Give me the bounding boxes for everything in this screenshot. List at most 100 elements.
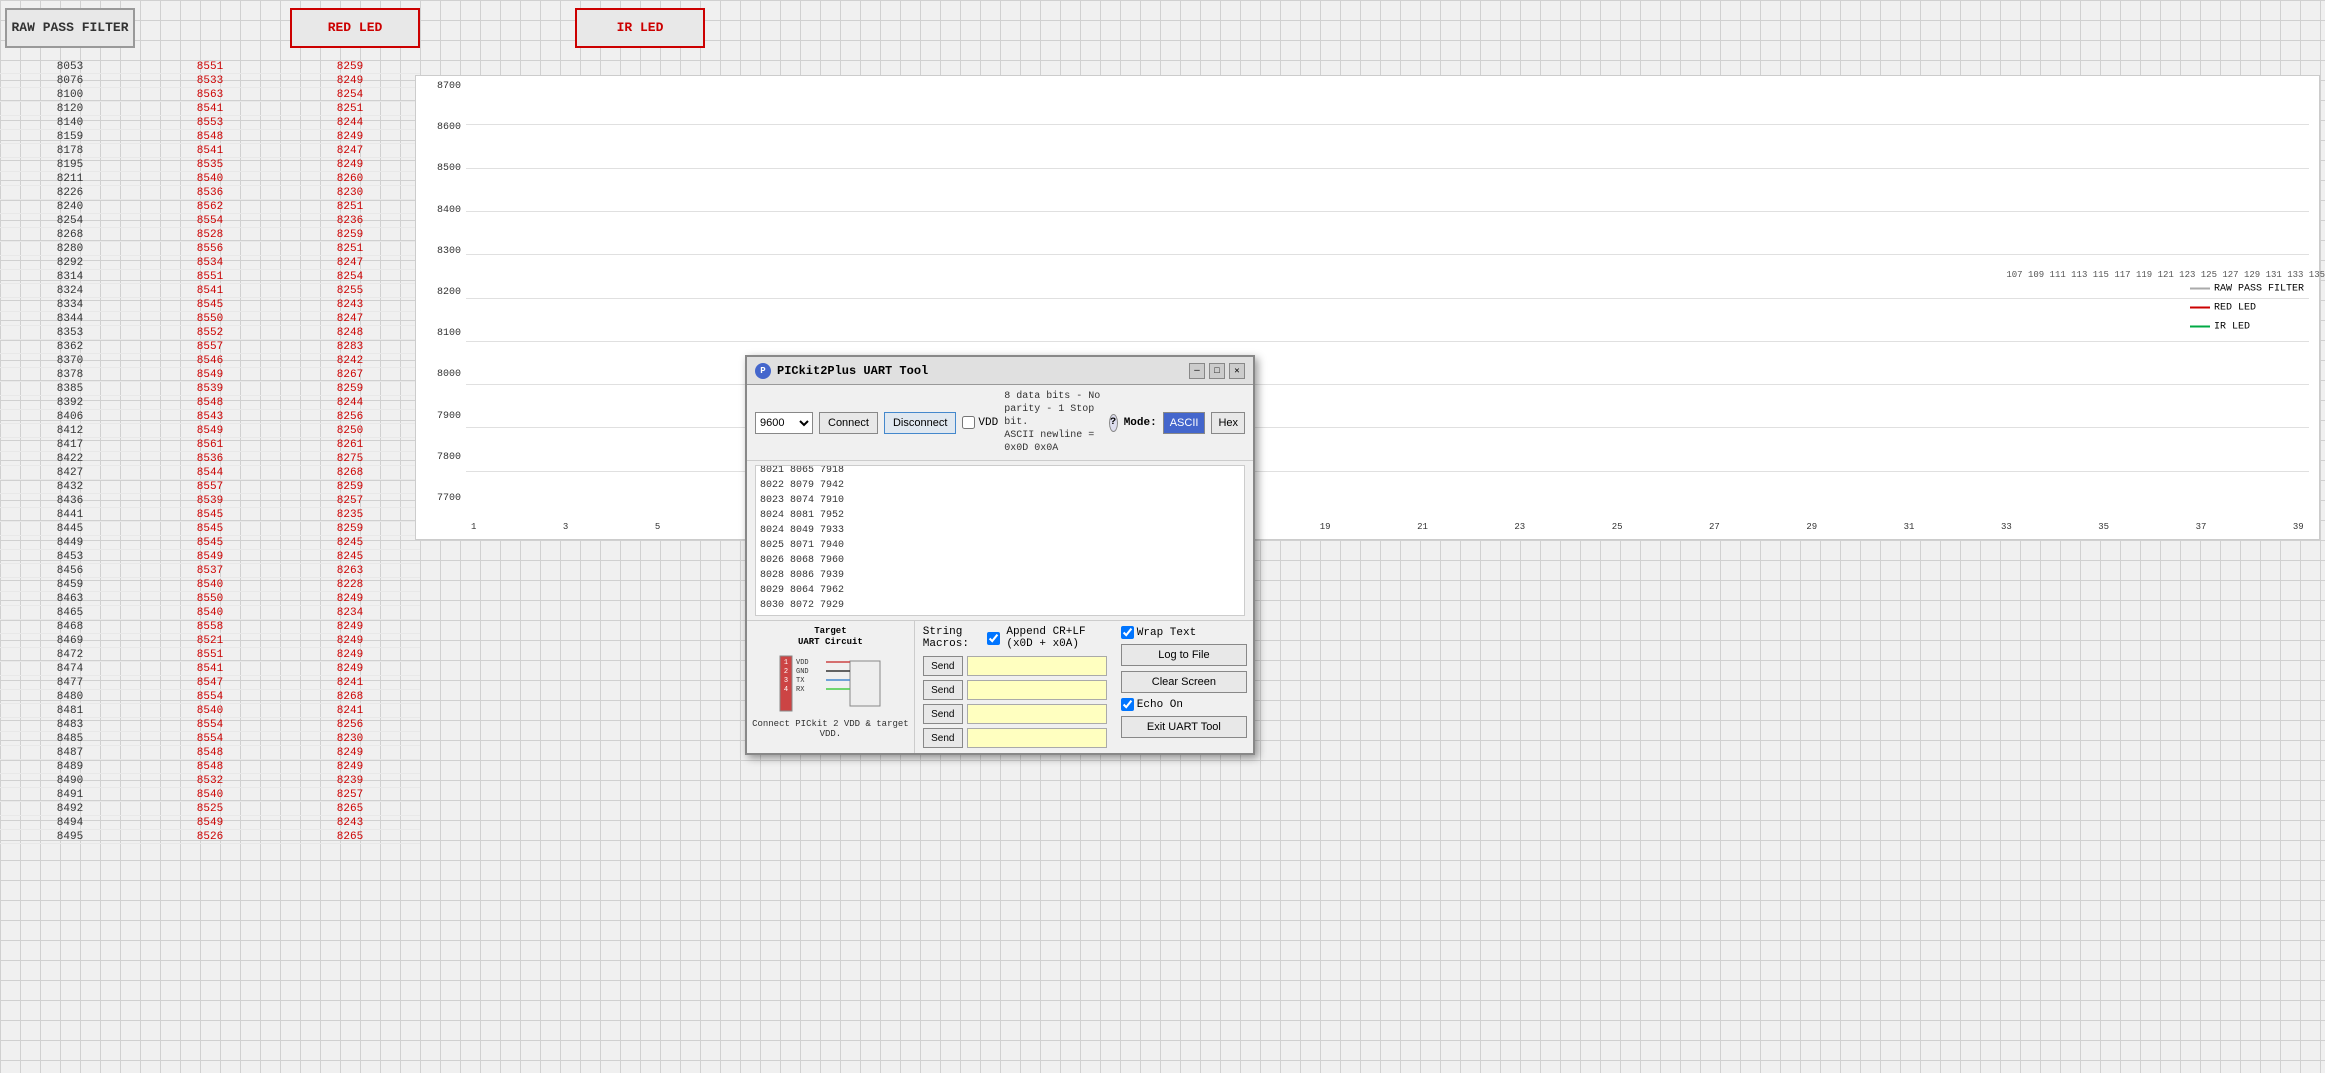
wrap-text-checkbox[interactable] (1121, 626, 1134, 639)
list-item: 8268 (280, 690, 420, 704)
append-crlf-checkbox[interactable] (987, 632, 1000, 645)
list-item: 8230 (280, 186, 420, 200)
list-item: 8557 (140, 480, 280, 494)
macro-input-2[interactable] (967, 680, 1107, 700)
close-button[interactable]: ✕ (1229, 363, 1245, 379)
legend-label: IR LED (2214, 321, 2250, 332)
uart-title: P PICkit2Plus UART Tool (755, 363, 928, 379)
list-item: 8259 (280, 60, 420, 74)
list-item: 8362 (0, 340, 140, 354)
y-axis-label: 8100 (418, 328, 464, 339)
hex-mode-button[interactable]: Hex (1211, 412, 1245, 434)
list-item: 8239 (280, 774, 420, 788)
send-button-3[interactable]: Send (923, 704, 963, 724)
legend-line (2190, 288, 2210, 290)
chart-x-right-labels: 107 109 111 113 115 117 119 121 123 125 … (2006, 270, 2325, 280)
header-row: RAW PASS FILTER RED LED IR LED (0, 0, 2325, 55)
list-item: 8540 (140, 172, 280, 186)
y-axis-label: 8200 (418, 287, 464, 298)
connect-button[interactable]: Connect (819, 412, 878, 434)
list-item: 8249 (280, 74, 420, 88)
list-item: 8545 (140, 522, 280, 536)
vdd-checkbox-group[interactable]: VDD (962, 416, 998, 429)
list-item: 8456 (0, 564, 140, 578)
uart-log[interactable]: 8021 8078 79188020 8034 79128020 8051 79… (755, 465, 1245, 616)
wrap-text-group[interactable]: Wrap Text (1121, 626, 1247, 639)
list-item: 8245 (280, 536, 420, 550)
list-item: 8249 (280, 158, 420, 172)
list-item: 8021 8065 7918 (760, 465, 1240, 478)
list-item: 8249 (280, 634, 420, 648)
raw-data-column: 8053807681008120814081598178819582118226… (0, 60, 140, 1073)
list-item: 8427 (0, 466, 140, 480)
list-item: 8244 (280, 396, 420, 410)
list-item: 8554 (140, 718, 280, 732)
list-item: 8249 (280, 662, 420, 676)
list-item: 8254 (280, 88, 420, 102)
x-axis-label: 29 (1806, 522, 1817, 532)
list-item: 8257 (280, 494, 420, 508)
exit-uart-button[interactable]: Exit UART Tool (1121, 716, 1247, 738)
list-item: 8244 (280, 116, 420, 130)
ascii-mode-button[interactable]: ASCII (1163, 412, 1206, 434)
list-item: 8549 (140, 424, 280, 438)
header-red-led: RED LED (290, 8, 420, 48)
vdd-checkbox[interactable] (962, 416, 975, 429)
log-to-file-button[interactable]: Log to File (1121, 644, 1247, 666)
list-item: 8211 (0, 172, 140, 186)
x-axis-label: 21 (1417, 522, 1428, 532)
list-item: 8385 (0, 382, 140, 396)
list-item: 8406 (0, 410, 140, 424)
legend-item: RAW PASS FILTER (2190, 283, 2304, 294)
chart-x-axis: 13579111315171921232527293133353739 (466, 514, 2309, 539)
echo-on-checkbox[interactable] (1121, 698, 1134, 711)
list-item: 8489 (0, 760, 140, 774)
clear-screen-button[interactable]: Clear Screen (1121, 671, 1247, 693)
echo-on-group[interactable]: Echo On (1121, 698, 1247, 711)
list-item: 8259 (280, 480, 420, 494)
list-item: 8053 (0, 60, 140, 74)
baud-rate-select[interactable]: 9600 19200 38400 115200 (755, 412, 813, 434)
list-item: 8535 (140, 158, 280, 172)
list-item: 8465 (0, 606, 140, 620)
chart-plot (466, 81, 2309, 514)
list-item: 8235 (280, 508, 420, 522)
list-item: 8551 (140, 60, 280, 74)
disconnect-button[interactable]: Disconnect (884, 412, 956, 434)
y-axis-label: 8400 (418, 205, 464, 216)
macro-input-1[interactable] (967, 656, 1107, 676)
window-controls[interactable]: ─ □ ✕ (1189, 363, 1245, 379)
minimize-button[interactable]: ─ (1189, 363, 1205, 379)
list-item: 8254 (280, 270, 420, 284)
svg-text:RX: RX (796, 686, 805, 694)
help-button[interactable]: ? (1109, 414, 1118, 432)
list-item: 8459 (0, 578, 140, 592)
list-item: 8534 (140, 256, 280, 270)
list-item: 8392 (0, 396, 140, 410)
mode-label: Mode: (1124, 417, 1157, 429)
restore-button[interactable]: □ (1209, 363, 1225, 379)
uart-dialog: P PICkit2Plus UART Tool ─ □ ✕ 9600 19200… (745, 355, 1255, 755)
list-item: 8537 (140, 564, 280, 578)
list-item: 8260 (280, 172, 420, 186)
send-button-4[interactable]: Send (923, 728, 963, 748)
list-item: 8536 (140, 452, 280, 466)
macro-input-3[interactable] (967, 704, 1107, 724)
x-axis-label: 3 (563, 522, 568, 532)
list-item: 8469 (0, 634, 140, 648)
list-item: 8022 8079 7942 (760, 478, 1240, 493)
macro-input-4[interactable] (967, 728, 1107, 748)
x-axis-label: 23 (1514, 522, 1525, 532)
list-item: 8540 (140, 578, 280, 592)
x-axis-label: 25 (1612, 522, 1623, 532)
list-item: 8483 (0, 718, 140, 732)
list-item: 8024 8049 7933 (760, 523, 1240, 538)
y-axis-label: 8500 (418, 163, 464, 174)
list-item: 8487 (0, 746, 140, 760)
list-item: 8551 (140, 648, 280, 662)
send-button-1[interactable]: Send (923, 656, 963, 676)
send-button-2[interactable]: Send (923, 680, 963, 700)
list-item: 8525 (140, 802, 280, 816)
list-item: 8247 (280, 144, 420, 158)
red-data-column: 8551853385638541855385488541853585408536… (140, 60, 280, 1073)
